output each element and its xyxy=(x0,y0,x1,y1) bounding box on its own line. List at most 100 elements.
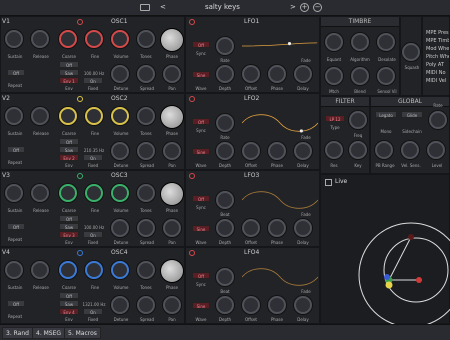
lfo-delay-knob[interactable] xyxy=(294,65,312,83)
pan-knob[interactable] xyxy=(163,65,181,83)
sustain-knob[interactable] xyxy=(5,184,23,202)
power-icon[interactable] xyxy=(77,96,83,102)
lfo-phase-knob[interactable] xyxy=(268,296,286,314)
volume-knob[interactable] xyxy=(111,184,129,202)
coarse-knob[interactable] xyxy=(59,184,77,202)
lfo-phase-knob[interactable] xyxy=(268,142,286,160)
lfo-power-icon[interactable] xyxy=(189,96,195,102)
squash-knob[interactable] xyxy=(402,43,420,61)
osc-off-button[interactable]: Off xyxy=(59,61,79,68)
rate-knob[interactable] xyxy=(429,111,447,129)
lfo-depth-knob[interactable] xyxy=(216,142,234,160)
power-icon[interactable] xyxy=(77,250,83,256)
osc-off-button[interactable]: Off xyxy=(59,292,79,299)
vel-sens-knob[interactable] xyxy=(401,141,419,159)
lfo-phase-knob[interactable] xyxy=(268,65,286,83)
equant-knob[interactable] xyxy=(325,33,343,51)
wave-selector[interactable]: Saw xyxy=(59,69,79,76)
fixed-toggle[interactable]: On xyxy=(83,231,103,238)
lfo-delay-knob[interactable] xyxy=(294,219,312,237)
next-preset-button[interactable]: > xyxy=(290,3,296,11)
lfo-wave-selector[interactable]: Sine xyxy=(192,71,210,78)
env-selector[interactable]: Env 2 xyxy=(59,154,79,161)
osc-off-button[interactable]: Off xyxy=(59,138,79,145)
detune-knob[interactable] xyxy=(111,296,129,314)
spread-knob[interactable] xyxy=(137,296,155,314)
preset-name[interactable]: salty keys xyxy=(205,3,240,11)
prev-preset-button[interactable]: < xyxy=(160,3,166,11)
glide-button[interactable]: Glide xyxy=(401,111,423,118)
tones-knob[interactable] xyxy=(137,261,155,279)
lfo-depth-knob[interactable] xyxy=(216,296,234,314)
sustain-knob[interactable] xyxy=(5,107,23,125)
wave-selector[interactable]: Saw xyxy=(59,146,79,153)
lfo-delay-knob[interactable] xyxy=(294,142,312,160)
lfo-wave-selector[interactable]: Sine xyxy=(192,302,210,309)
phase-moon-icon[interactable] xyxy=(161,106,183,128)
algorithm-knob[interactable] xyxy=(351,33,369,51)
mpe-source-item[interactable]: Pitch Whe xyxy=(426,53,449,61)
lfo-rate-knob[interactable] xyxy=(216,268,234,286)
phase-moon-icon[interactable] xyxy=(161,183,183,205)
lfo-offset-knob[interactable] xyxy=(242,219,260,237)
power-icon[interactable] xyxy=(77,173,83,179)
fixed-toggle[interactable]: On xyxy=(83,154,103,161)
lfo-offset-knob[interactable] xyxy=(242,142,260,160)
phase-moon-icon[interactable] xyxy=(161,260,183,282)
repeat-toggle[interactable]: Off xyxy=(7,300,25,307)
mpe-source-item[interactable]: MPE Timb xyxy=(426,37,449,45)
legato-button[interactable]: Legato xyxy=(375,111,397,118)
lfo-sync-toggle[interactable]: Off xyxy=(192,118,210,125)
fine-knob[interactable] xyxy=(85,30,103,48)
lfo-phase-knob[interactable] xyxy=(268,219,286,237)
fine-knob[interactable] xyxy=(85,184,103,202)
volume-knob[interactable] xyxy=(111,261,129,279)
sustain-knob[interactable] xyxy=(5,261,23,279)
lfo-rate-knob[interactable] xyxy=(216,114,234,132)
lfo-offset-knob[interactable] xyxy=(242,296,260,314)
repeat-toggle[interactable]: Off xyxy=(7,69,25,76)
env-selector[interactable]: Env 3 xyxy=(59,231,79,238)
freq-knob[interactable] xyxy=(349,111,367,129)
pan-knob[interactable] xyxy=(163,219,181,237)
pan-knob[interactable] xyxy=(163,296,181,314)
pb-range-knob[interactable] xyxy=(375,141,393,159)
spread-knob[interactable] xyxy=(137,142,155,160)
env-selector[interactable]: Env 4 xyxy=(59,308,79,315)
repeat-toggle[interactable]: Off xyxy=(7,223,25,230)
mpe-source-item[interactable]: Mod Whe xyxy=(426,45,449,53)
lfo-wave-selector[interactable]: Sine xyxy=(192,225,210,232)
env-selector[interactable]: Env 1 xyxy=(59,77,79,84)
lfo-rate-knob[interactable] xyxy=(216,37,234,55)
filter-type-selector[interactable]: LP 12 xyxy=(325,115,345,122)
fine-knob[interactable] xyxy=(85,261,103,279)
fixed-freq-value[interactable]: 1321.00 Hz xyxy=(81,302,107,307)
mpe-source-item[interactable]: MPE Pres xyxy=(426,29,449,37)
lfo-sync-toggle[interactable]: Off xyxy=(192,272,210,279)
tab-macros[interactable]: 5. Macros xyxy=(64,327,101,339)
tones-knob[interactable] xyxy=(137,184,155,202)
live-xy-pad[interactable]: Live xyxy=(320,174,450,325)
detune-knob[interactable] xyxy=(111,219,129,237)
sustain-knob[interactable] xyxy=(5,30,23,48)
phase-moon-icon[interactable] xyxy=(161,29,183,51)
release-knob[interactable] xyxy=(31,107,49,125)
wave-selector[interactable]: Saw xyxy=(59,223,79,230)
mpe-source-item[interactable]: MIDI Vel xyxy=(426,77,449,85)
folder-icon[interactable] xyxy=(140,4,150,11)
tones-knob[interactable] xyxy=(137,107,155,125)
power-icon[interactable] xyxy=(77,19,83,25)
fixed-freq-value[interactable]: 210.35 Hz xyxy=(81,148,107,153)
lfo-offset-knob[interactable] xyxy=(242,65,260,83)
coarse-knob[interactable] xyxy=(59,30,77,48)
detune-knob[interactable] xyxy=(111,65,129,83)
lfo-power-icon[interactable] xyxy=(189,19,195,25)
lfo-power-icon[interactable] xyxy=(189,250,195,256)
lfo-sync-toggle[interactable]: Off xyxy=(192,195,210,202)
blend-knob[interactable] xyxy=(351,67,369,85)
detune-knob[interactable] xyxy=(111,142,129,160)
pan-knob[interactable] xyxy=(163,142,181,160)
sensol-knob[interactable] xyxy=(377,67,395,85)
coarse-knob[interactable] xyxy=(59,261,77,279)
desolate-knob[interactable] xyxy=(377,33,395,51)
